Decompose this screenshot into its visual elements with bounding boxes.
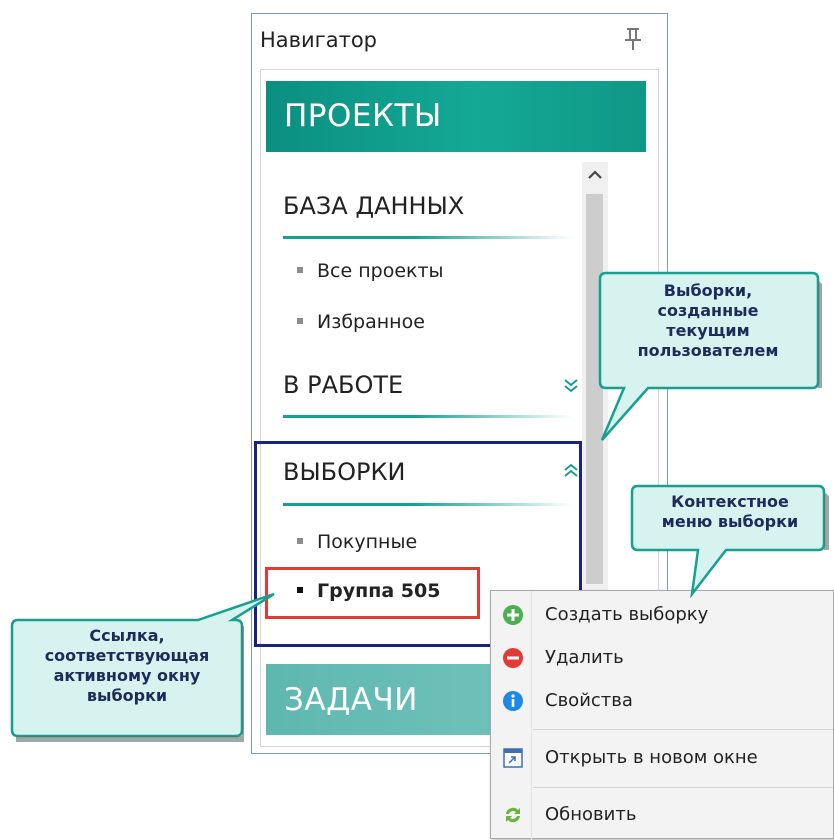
menu-item-open-new-window[interactable]: Открыть в новом окне <box>491 740 834 776</box>
callout-line: соответствующая <box>44 646 210 665</box>
minus-circle-icon <box>503 648 523 668</box>
refresh-icon <box>506 807 520 823</box>
menu-item-label: Удалить <box>545 647 624 668</box>
callout-line: созданные <box>657 301 759 320</box>
navigator-title-bar: Навигатор <box>252 14 667 69</box>
pin-icon[interactable] <box>618 24 648 54</box>
menu-separator <box>533 729 833 730</box>
menu-separator <box>533 787 833 788</box>
bullet-icon <box>297 317 303 324</box>
section-divider <box>283 415 573 418</box>
list-item-all-projects[interactable]: Все проекты <box>297 260 444 282</box>
callout-line: текущим <box>666 321 750 340</box>
menu-item-label: Свойства <box>545 690 633 711</box>
section-database-title[interactable]: БАЗА ДАННЫХ <box>283 192 464 220</box>
menu-item-label: Открыть в новом окне <box>545 747 758 768</box>
callout-line: Выборки, <box>663 281 753 300</box>
callout-line: пользователем <box>637 341 779 360</box>
menu-item-delete[interactable]: Удалить <box>491 640 834 676</box>
menu-item-refresh[interactable]: Обновить <box>491 797 834 833</box>
callout-line: Ссылка, <box>89 626 165 645</box>
list-item-label: Все проекты <box>317 260 444 282</box>
callout-line: Контекстное <box>671 492 789 511</box>
window-icon <box>503 748 523 768</box>
callout-line: активному окну <box>53 666 201 685</box>
context-menu: Создать выборку Удалить Свойства Открыть… <box>490 590 834 840</box>
callout-line: меню выборки <box>661 512 799 531</box>
section-in-work-title[interactable]: В РАБОТЕ <box>283 371 403 399</box>
plus-circle-icon <box>503 605 523 625</box>
bullet-icon <box>297 266 303 273</box>
menu-item-create-selection[interactable]: Создать выборку <box>491 597 834 633</box>
list-item-favorites[interactable]: Избранное <box>297 311 425 333</box>
list-item-label: Избранное <box>317 311 425 333</box>
navigator-title: Навигатор <box>260 28 377 52</box>
active-link-highlight-box <box>265 567 480 619</box>
tasks-header-label: ЗАДАЧИ <box>284 682 418 718</box>
callout-user-selections: Выборки, созданные текущим пользователем <box>602 281 814 361</box>
projects-header-label: ПРОЕКТЫ <box>284 98 442 134</box>
expand-chevron-icon[interactable] <box>560 374 582 396</box>
scroll-up-icon[interactable] <box>584 164 606 186</box>
projects-header[interactable]: ПРОЕКТЫ <box>266 81 646 152</box>
callout-context-menu: Контекстное меню выборки <box>636 492 824 532</box>
callout-line: выборки <box>86 686 168 705</box>
info-icon <box>503 691 523 711</box>
callout-active-link: Ссылка, соответствующая активному окну в… <box>14 626 240 706</box>
menu-item-properties[interactable]: Свойства <box>491 683 834 719</box>
menu-item-label: Обновить <box>545 804 637 825</box>
menu-item-label: Создать выборку <box>545 604 709 625</box>
section-divider <box>283 236 573 239</box>
